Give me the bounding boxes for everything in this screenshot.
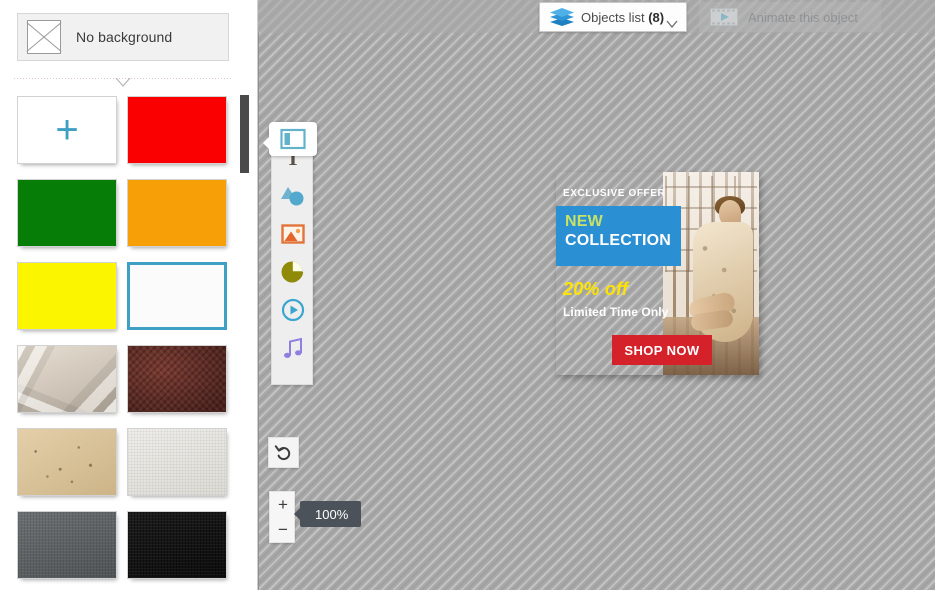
panel-divider	[14, 78, 232, 88]
app-root: No background + Objects list (8) Animate…	[0, 0, 935, 590]
add-background-plus-icon: +	[55, 108, 79, 152]
shapes-tool[interactable]	[272, 177, 314, 215]
film-play-icon	[709, 7, 739, 27]
objects-list-count: (8)	[648, 9, 665, 25]
background-layout-icon	[280, 128, 306, 150]
background-swatch-white-canvas[interactable]	[127, 428, 227, 496]
background-swatch-black-cloth[interactable]	[127, 511, 227, 579]
no-background-button[interactable]: No background	[17, 13, 229, 61]
background-swatch-grid: +	[17, 96, 239, 590]
panel-scrollbar[interactable]	[240, 92, 249, 584]
objects-list-button[interactable]: Objects list (8)	[539, 2, 687, 32]
animate-object-button[interactable]: Animate this object	[699, 2, 881, 32]
banner-discount-text[interactable]: 20% off	[563, 279, 628, 300]
audio-tool[interactable]	[272, 329, 314, 367]
no-background-label: No background	[76, 29, 173, 45]
banner-shop-now-button[interactable]: SHOP NOW	[612, 335, 712, 365]
layers-icon	[550, 8, 574, 26]
video-tool[interactable]	[272, 291, 314, 329]
zoom-controls: + −	[269, 491, 295, 543]
no-background-x-icon	[27, 20, 61, 54]
animate-object-label: Animate this object	[748, 9, 858, 25]
background-swatch-orange[interactable]	[127, 179, 227, 247]
undo-button[interactable]	[268, 437, 299, 468]
image-icon	[281, 224, 305, 244]
shapes-icon	[281, 187, 304, 206]
tool-dock: T	[271, 124, 313, 385]
undo-arrow-icon	[274, 445, 291, 460]
banner-new-text[interactable]: NEW	[565, 213, 603, 231]
zoom-in-button[interactable]: +	[270, 492, 296, 517]
background-swatch-gray-cloth[interactable]	[17, 511, 117, 579]
canvas-area: Objects list (8) Animate this object T +…	[258, 0, 935, 590]
banner-limited-text[interactable]: Limited Time Only	[563, 305, 669, 319]
background-swatch-crumpled-paper[interactable]	[17, 345, 117, 413]
background-swatch-green[interactable]	[17, 179, 117, 247]
background-tool-tab[interactable]	[263, 122, 317, 156]
chevron-down-icon[interactable]	[666, 20, 678, 29]
panel-scrollbar-thumb[interactable]	[240, 95, 249, 173]
background-swatch-brown-leather[interactable]	[127, 345, 227, 413]
image-tool[interactable]	[272, 215, 314, 253]
objects-list-label: Objects list (8)	[581, 9, 665, 25]
chevron-down-icon	[112, 78, 134, 87]
banner-collection-text[interactable]: COLLECTION	[565, 232, 671, 250]
background-panel: No background +	[0, 0, 258, 590]
pie-chart-icon	[281, 261, 304, 283]
background-swatch-kraft-paper[interactable]	[17, 428, 117, 496]
background-swatch-red[interactable]	[127, 96, 227, 164]
background-swatch-yellow[interactable]	[17, 262, 117, 330]
music-note-icon	[284, 337, 302, 358]
background-swatch-add-background[interactable]: +	[17, 96, 117, 164]
banner-exclusive-offer-text[interactable]: EXCLUSIVE OFFER	[563, 188, 665, 199]
banner-design[interactable]: EXCLUSIVE OFFER NEW COLLECTION 20% off L…	[556, 172, 759, 375]
video-play-icon	[281, 298, 305, 322]
zoom-level-tooltip: 100%	[293, 501, 362, 527]
background-swatch-white[interactable]	[127, 262, 227, 330]
chart-tool[interactable]	[272, 253, 314, 291]
zoom-out-button[interactable]: −	[270, 517, 296, 542]
